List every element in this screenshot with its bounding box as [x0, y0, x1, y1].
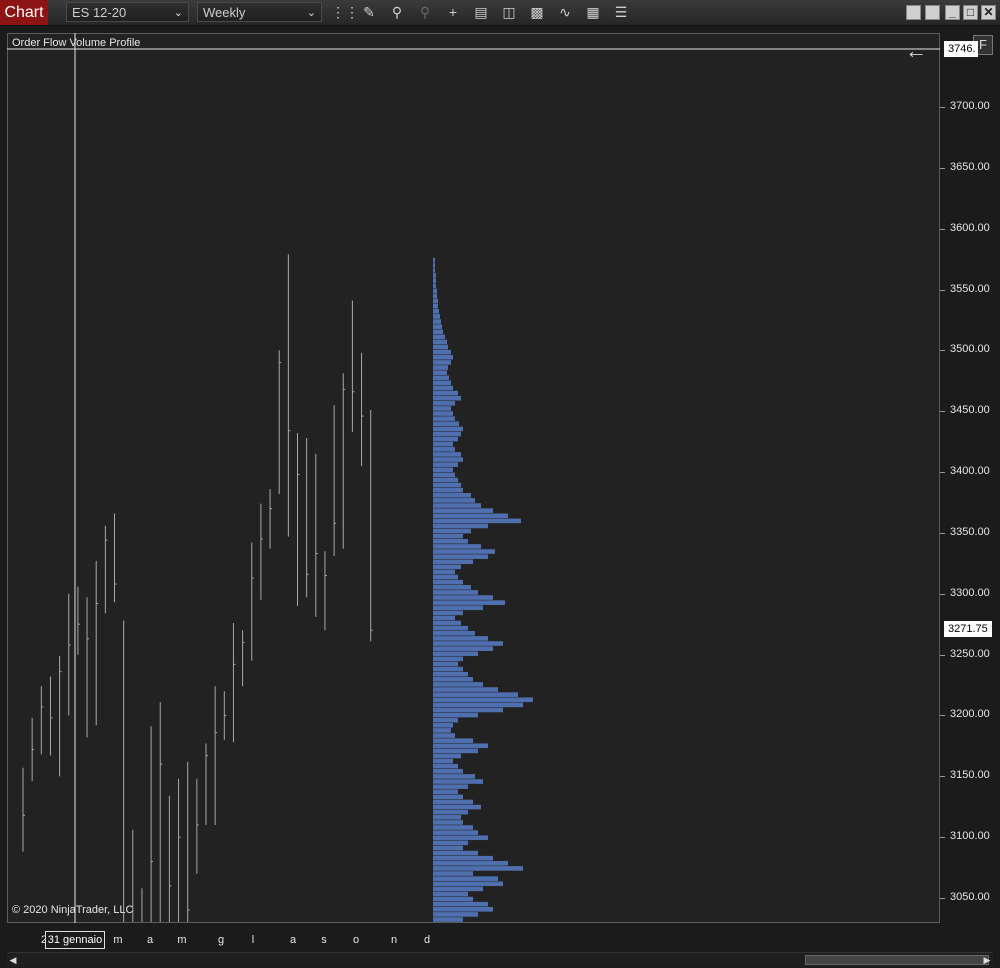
- scroll-right-icon[interactable]: ▶: [981, 953, 993, 967]
- chart-panel[interactable]: [7, 33, 940, 923]
- price-tick: [940, 350, 945, 352]
- time-label: d: [423, 934, 431, 946]
- instrument-value: ES 12-20: [72, 5, 127, 20]
- price-tick: [940, 167, 945, 169]
- price-label: 3050.00: [950, 891, 990, 903]
- time-label: o: [352, 934, 360, 946]
- time-label: g: [217, 934, 225, 946]
- scroll-thumb[interactable]: [805, 955, 989, 965]
- link-window-icon[interactable]: [925, 5, 940, 20]
- price-tick: [940, 411, 945, 413]
- time-label: a: [146, 934, 154, 946]
- chevron-down-icon: ⌄: [173, 7, 183, 19]
- date-tag: 31 gennaio: [45, 931, 105, 949]
- instrument-select[interactable]: ES 12-20 ⌄: [66, 2, 189, 22]
- time-label: n: [390, 934, 398, 946]
- maximize-icon[interactable]: □: [963, 5, 978, 20]
- price-label: 3500.00: [950, 343, 990, 356]
- price-tick: [940, 532, 945, 534]
- properties-icon[interactable]: ▤: [471, 3, 491, 22]
- price-tick: [940, 593, 945, 595]
- indicator-title: Order Flow Volume Profile: [12, 37, 141, 49]
- toolbar: Chart ES 12-20 ⌄ Weekly ⌄ ⋮⋮ ✎ ⚲ ⚲ + ▤ ◫…: [0, 0, 1000, 26]
- zoom-out-icon[interactable]: ⚲: [415, 3, 435, 22]
- top-price-tag: 3746.: [944, 41, 978, 57]
- scroll-left-icon[interactable]: ◀: [7, 953, 19, 967]
- current-price-tag: 3271.75: [944, 621, 992, 637]
- price-label: 3400.00: [950, 465, 990, 478]
- price-label: 3650.00: [950, 160, 990, 173]
- price-label: 3200.00: [950, 708, 990, 721]
- tile-window-icon[interactable]: [906, 5, 921, 20]
- data-box-icon[interactable]: ◫: [499, 3, 519, 22]
- price-tick: [940, 289, 945, 291]
- copyright-text: © 2020 NinjaTrader, LLC: [12, 904, 134, 916]
- indicators-icon[interactable]: ∿: [555, 3, 575, 22]
- price-label: 3150.00: [950, 769, 990, 782]
- chart-tab[interactable]: Chart: [0, 0, 48, 25]
- time-label: m: [113, 934, 123, 946]
- price-tick: [940, 472, 945, 474]
- time-label: l: [251, 934, 255, 946]
- price-label: 3450.00: [950, 404, 990, 417]
- price-tick: [940, 107, 945, 108]
- price-label: 3600.00: [950, 221, 990, 234]
- zoom-in-icon[interactable]: ⚲: [387, 3, 407, 22]
- price-tick: [940, 654, 945, 656]
- horizontal-scrollbar[interactable]: ◀ ▶: [7, 952, 993, 967]
- price-tick: [940, 228, 945, 230]
- crosshair-icon[interactable]: +: [443, 3, 463, 22]
- back-arrow-icon[interactable]: ←: [905, 38, 927, 64]
- time-label: m: [177, 934, 187, 946]
- price-label: 3550.00: [950, 282, 990, 295]
- price-tick: [940, 837, 945, 839]
- price-label: 3350.00: [950, 525, 990, 538]
- price-label: 3100.00: [950, 830, 990, 843]
- price-tick: [940, 776, 945, 778]
- pencil-icon[interactable]: ✎: [359, 3, 379, 22]
- price-tick: [940, 898, 945, 899]
- bar-type-icon[interactable]: ⋮⋮: [331, 3, 359, 22]
- interval-select[interactable]: Weekly ⌄: [197, 2, 322, 22]
- templates-list-icon[interactable]: ☰: [611, 3, 631, 22]
- price-label: 3300.00: [950, 586, 990, 599]
- time-label: a: [289, 934, 297, 946]
- time-label: s: [321, 934, 327, 946]
- price-label: 3250.00: [950, 647, 990, 660]
- interval-value: Weekly: [203, 5, 246, 20]
- minimize-icon[interactable]: _: [945, 5, 960, 20]
- chart-trader-icon[interactable]: ▩: [527, 3, 547, 22]
- close-icon[interactable]: ✕: [981, 5, 996, 20]
- strategies-icon[interactable]: ▦: [583, 3, 603, 22]
- chevron-down-icon: ⌄: [306, 7, 316, 19]
- price-tick: [940, 715, 945, 717]
- price-label: 3700.00: [950, 100, 990, 112]
